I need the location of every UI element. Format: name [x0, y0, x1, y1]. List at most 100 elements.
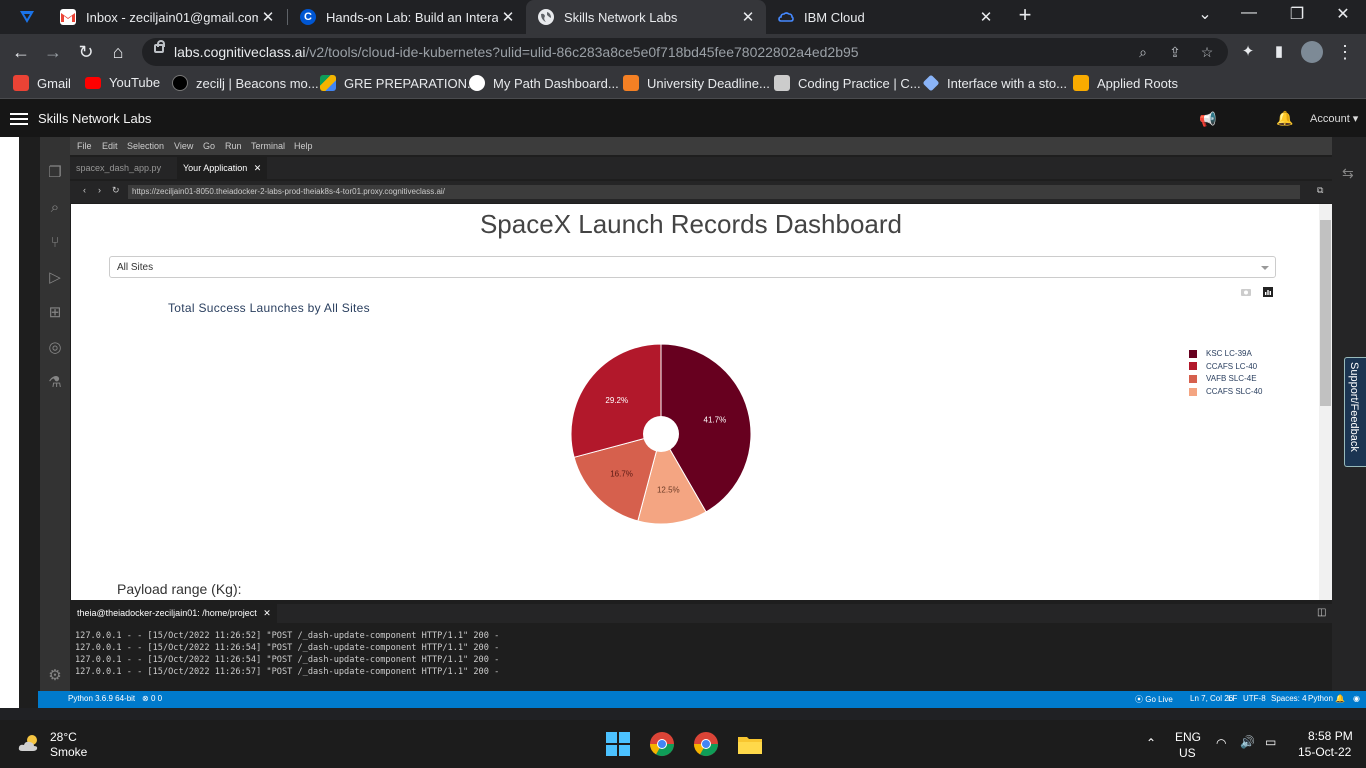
- source-control-icon[interactable]: ⑂: [46, 234, 64, 252]
- tab-hands-on-lab[interactable]: C Hands-on Lab: Build an Interactiv ✕: [288, 0, 526, 34]
- indentation[interactable]: Spaces: 4: [1271, 694, 1307, 703]
- preview-forward-icon[interactable]: ›: [98, 185, 101, 195]
- weather-text[interactable]: Smoke: [50, 745, 87, 759]
- share-icon[interactable]: ⇪: [1166, 43, 1184, 61]
- preview-scrollbar[interactable]: [1319, 204, 1332, 600]
- open-external-icon[interactable]: ⧉: [1317, 185, 1323, 196]
- restore-icon[interactable]: ❐: [1285, 4, 1309, 24]
- lab-flask-icon[interactable]: ⚗: [46, 374, 64, 392]
- problems-count[interactable]: ⊗ 0 0: [142, 694, 162, 703]
- volume-icon[interactable]: 🔊: [1240, 735, 1255, 749]
- hamburger-menu-icon[interactable]: [10, 113, 28, 115]
- weather-cloud-icon[interactable]: [18, 733, 42, 753]
- chrome-menu-icon[interactable]: ⋮: [1334, 41, 1356, 63]
- notifications-bell-icon[interactable]: 🔔: [1335, 694, 1345, 703]
- python-interpreter[interactable]: Python 3.6.9 64-bit: [68, 694, 135, 703]
- tab-ibm-cloud[interactable]: IBM Cloud ✕: [766, 0, 1004, 34]
- menu-selection[interactable]: Selection: [127, 141, 164, 151]
- terminal-output[interactable]: 127.0.0.1 - - [15/Oct/2022 11:26:52] "PO…: [71, 625, 1332, 691]
- file-explorer-icon[interactable]: [736, 730, 764, 758]
- language-indicator[interactable]: ENG: [1175, 730, 1201, 744]
- preview-reload-icon[interactable]: ↻: [112, 185, 120, 196]
- close-icon[interactable]: ✕: [738, 8, 758, 26]
- home-icon[interactable]: ⌂: [107, 41, 129, 63]
- legend-item[interactable]: VAFB SLC-4E: [1189, 374, 1257, 383]
- bookmark-applied-roots[interactable]: Applied Roots: [1073, 75, 1178, 91]
- new-tab-plus-icon[interactable]: +: [1013, 2, 1037, 28]
- side-panel-icon[interactable]: ▮: [1268, 41, 1290, 63]
- tab-spacex-dash-app[interactable]: spacex_dash_app.py: [70, 157, 167, 179]
- cursor-position[interactable]: Ln 7, Col 26: [1190, 694, 1233, 703]
- extensions-puzzle-icon[interactable]: ✦: [1237, 41, 1259, 63]
- clock-time[interactable]: 8:58 PM: [1308, 729, 1353, 743]
- bookmark-gmail[interactable]: Gmail: [13, 75, 71, 91]
- tab-list-chevron-icon[interactable]: ⌄: [1193, 4, 1217, 24]
- run-debug-icon[interactable]: ▷: [46, 269, 64, 287]
- account-menu[interactable]: Account ▾: [1310, 112, 1358, 125]
- weather-temp[interactable]: 28°C: [50, 730, 77, 744]
- menu-help[interactable]: Help: [294, 141, 313, 151]
- reload-icon[interactable]: ↻: [75, 41, 97, 63]
- tab-gmail[interactable]: Inbox - zeciljain01@gmail.com - ✕: [48, 0, 286, 34]
- bookmark-beacons[interactable]: zecilj | Beacons mo...: [172, 75, 319, 91]
- close-icon[interactable]: ✕: [498, 8, 518, 26]
- forward-arrow-icon[interactable]: →: [42, 41, 64, 63]
- legend-item[interactable]: CCAFS SLC-40: [1189, 387, 1262, 396]
- explorer-files-icon[interactable]: ❐: [46, 164, 64, 182]
- bookmark-mypath[interactable]: My Path Dashboard...: [469, 75, 619, 91]
- broadcast-icon[interactable]: ◉: [1353, 694, 1360, 703]
- line-ending[interactable]: LF: [1228, 694, 1237, 703]
- bookmark-university[interactable]: University Deadline...: [623, 75, 770, 91]
- bookmark-interface[interactable]: Interface with a sto...: [922, 74, 1067, 92]
- menu-edit[interactable]: Edit: [102, 141, 118, 151]
- tab-search-icon[interactable]: [18, 9, 36, 25]
- settings-gear-icon[interactable]: ⚙: [46, 667, 64, 685]
- legend-item[interactable]: CCAFS LC-40: [1189, 362, 1257, 371]
- windows-start-icon[interactable]: [604, 730, 632, 758]
- window-close-icon[interactable]: ✕: [1331, 4, 1355, 24]
- close-icon[interactable]: ✕: [976, 8, 996, 26]
- close-icon[interactable]: ✕: [263, 608, 271, 618]
- support-feedback-button[interactable]: Support/Feedback: [1344, 357, 1366, 467]
- menu-view[interactable]: View: [174, 141, 193, 151]
- split-terminal-icon[interactable]: ◫: [1317, 607, 1326, 618]
- close-icon[interactable]: ✕: [258, 8, 278, 26]
- bookmark-star-icon[interactable]: ☆: [1198, 43, 1216, 61]
- go-live-button[interactable]: ⦿ Go Live: [1135, 694, 1173, 705]
- minimize-icon[interactable]: —: [1237, 4, 1261, 22]
- menu-terminal[interactable]: Terminal: [251, 141, 285, 151]
- preview-back-icon[interactable]: ‹: [83, 185, 86, 195]
- battery-icon[interactable]: ▭: [1265, 735, 1276, 749]
- chrome-taskbar-icon[interactable]: [648, 730, 676, 758]
- bookmark-coding[interactable]: Coding Practice | C...: [774, 75, 921, 91]
- tab-skills-network-labs[interactable]: Skills Network Labs ✕: [526, 0, 766, 34]
- notification-bell-icon[interactable]: 🔔: [1276, 110, 1293, 127]
- tab-your-application[interactable]: Your Application ✕: [177, 157, 268, 179]
- bookmark-gre[interactable]: GRE PREPARATION...: [320, 75, 478, 91]
- scrollbar-thumb[interactable]: [1320, 220, 1331, 406]
- close-icon[interactable]: ✕: [254, 163, 262, 173]
- extensions-icon[interactable]: ⊞: [46, 304, 64, 322]
- bookmark-youtube[interactable]: YouTube: [85, 75, 160, 90]
- terminal-tab[interactable]: theia@theiadocker-zeciljain01: /home/pro…: [71, 604, 277, 623]
- megaphone-icon[interactable]: 📢: [1199, 111, 1216, 128]
- wifi-icon[interactable]: ◠: [1216, 736, 1226, 750]
- address-bar[interactable]: labs.cognitiveclass.ai/v2/tools/cloud-id…: [142, 38, 1228, 66]
- language-mode[interactable]: Python: [1308, 694, 1333, 703]
- encoding[interactable]: UTF-8: [1243, 694, 1266, 703]
- menu-file[interactable]: File: [77, 141, 92, 151]
- tray-chevron-icon[interactable]: ⌃: [1146, 736, 1156, 750]
- skills-network-icon[interactable]: ◎: [46, 339, 64, 357]
- back-arrow-icon[interactable]: ←: [10, 41, 32, 63]
- language-region[interactable]: US: [1179, 746, 1196, 760]
- chrome-profile-taskbar-icon[interactable]: [692, 730, 720, 758]
- profile-avatar[interactable]: [1301, 41, 1323, 63]
- search-icon[interactable]: ⌕: [46, 199, 64, 217]
- menu-go[interactable]: Go: [203, 141, 215, 151]
- outline-icon[interactable]: ⇆: [1342, 165, 1354, 182]
- legend-item[interactable]: KSC LC-39A: [1189, 349, 1252, 358]
- preview-url-input[interactable]: https://zeciljain01-8050.theiadocker-2-l…: [128, 185, 1300, 199]
- zoom-search-icon[interactable]: ⌕: [1134, 43, 1152, 61]
- menu-run[interactable]: Run: [225, 141, 242, 151]
- clock-date[interactable]: 15-Oct-22: [1298, 745, 1351, 759]
